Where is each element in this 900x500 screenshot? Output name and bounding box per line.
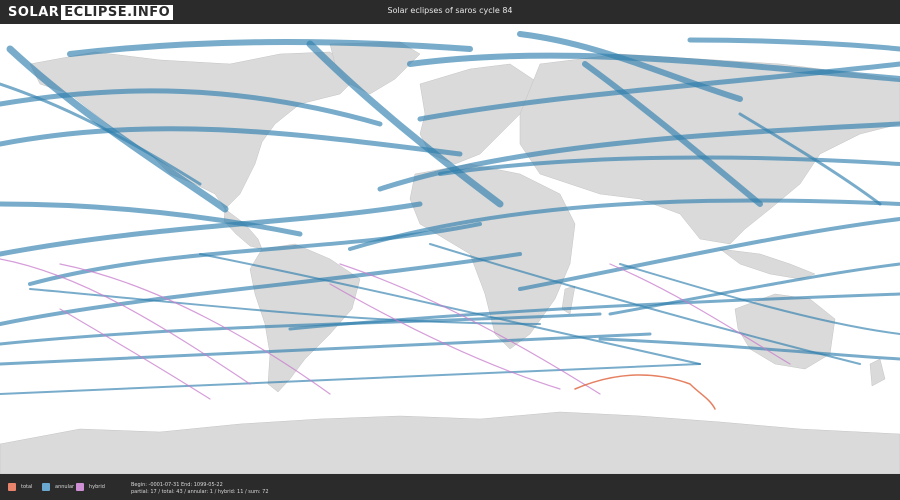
map-svg <box>0 31 900 474</box>
eclipse-summary: Begin: -0001-07-31 End: 1099-05-22 parti… <box>131 482 269 496</box>
legend-hybrid-label: hybrid <box>89 484 105 490</box>
land-antarctica <box>0 411 900 474</box>
date-range-text: Begin: -0001-07-31 End: 1099-05-22 <box>131 482 223 488</box>
land-central-america <box>223 208 263 250</box>
legend-total-swatch <box>8 483 16 491</box>
legend-total: total <box>8 483 32 491</box>
footer-bar: total annular hybrid Begin: -0001-07-31 … <box>0 474 900 500</box>
eclipse-path <box>687 37 900 52</box>
land-new-zealand <box>869 358 886 387</box>
eclipse-counts-text: partial: 17 / total: 43 / annular: 1 / h… <box>131 489 269 495</box>
eclipse-path <box>0 363 701 395</box>
land-se-asia <box>719 248 816 280</box>
world-map <box>0 24 900 474</box>
land-australia <box>734 293 836 370</box>
landmasses <box>0 41 900 474</box>
legend-annular-swatch <box>42 483 50 491</box>
legend-hybrid-swatch <box>76 483 84 491</box>
eclipse-path <box>0 201 303 237</box>
header-bar: SOLAR ECLIPSE.INFO Solar eclipses of sar… <box>0 0 900 24</box>
legend-total-label: total <box>21 484 33 490</box>
legend-hybrid: hybrid <box>76 483 105 491</box>
legend-annular: annular <box>42 483 74 491</box>
page-title: Solar eclipses of saros cycle 84 <box>387 6 513 15</box>
land-south-america <box>249 243 361 393</box>
legend-annular-label: annular <box>55 484 75 490</box>
